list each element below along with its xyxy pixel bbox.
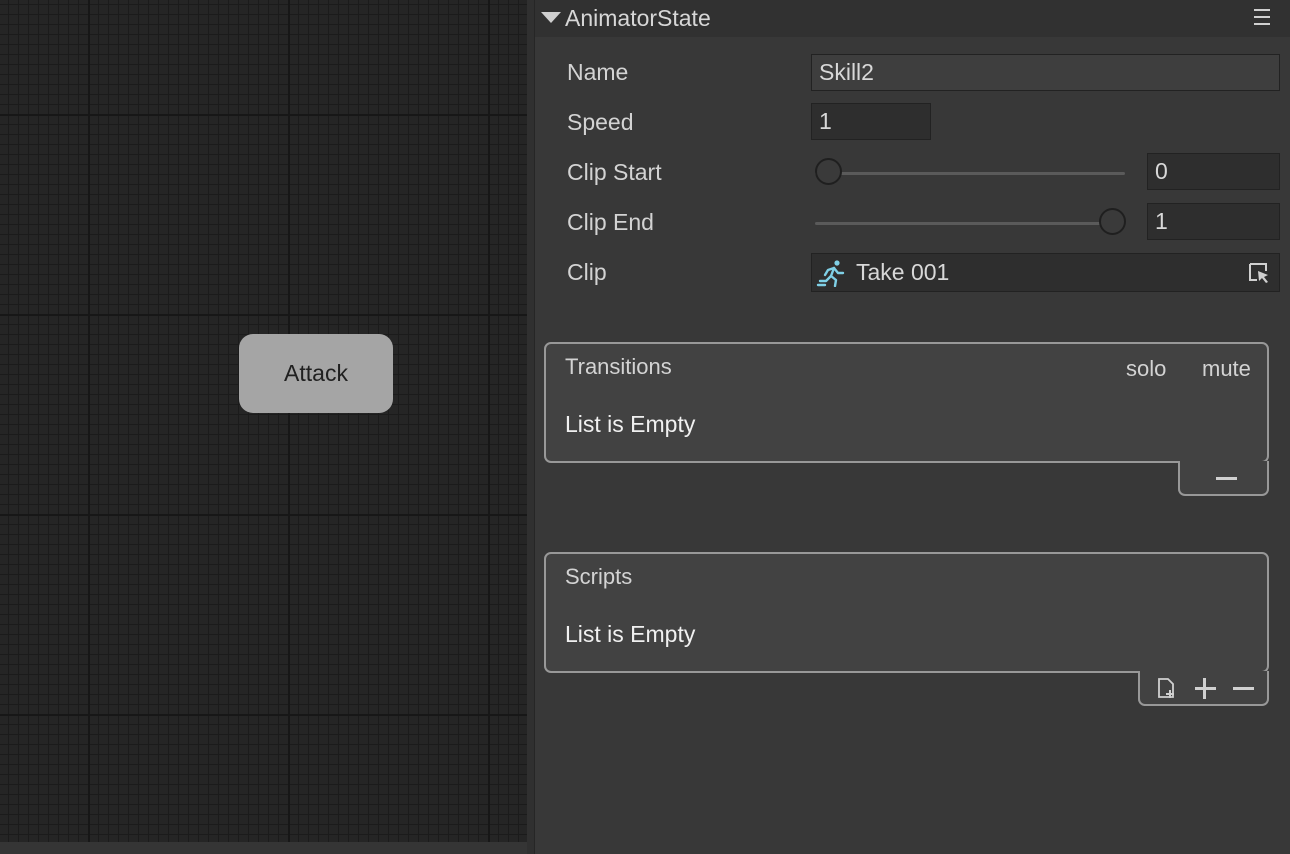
transitions-empty-text: List is Empty bbox=[565, 411, 696, 437]
clip-end-slider-track[interactable] bbox=[815, 222, 1125, 225]
transitions-footer bbox=[1178, 461, 1269, 496]
solo-column-header[interactable]: solo bbox=[1126, 356, 1166, 382]
scripts-empty-text: List is Empty bbox=[565, 621, 696, 647]
clip-end-slider-thumb[interactable] bbox=[1099, 208, 1126, 235]
panel-splitter[interactable] bbox=[527, 0, 535, 854]
clip-asset-name: Take 001 bbox=[856, 259, 950, 285]
scripts-footer bbox=[1138, 671, 1269, 706]
remove-transition-button[interactable] bbox=[1214, 467, 1238, 489]
transitions-list: Transitions solo mute List is Empty bbox=[544, 342, 1269, 463]
state-node-label: Attack bbox=[284, 360, 348, 386]
running-figure-icon bbox=[816, 260, 845, 287]
menu-icon[interactable] bbox=[1254, 9, 1270, 28]
clip-end-label: Clip End bbox=[567, 209, 654, 235]
clip-asset-field[interactable]: Take 001 bbox=[811, 253, 1280, 292]
clip-start-slider-track[interactable] bbox=[815, 172, 1125, 175]
name-label: Name bbox=[567, 59, 629, 85]
minus-icon bbox=[1216, 477, 1237, 480]
transitions-title: Transitions bbox=[565, 354, 672, 379]
clip-start-slider-thumb[interactable] bbox=[815, 158, 842, 185]
scripts-title: Scripts bbox=[565, 564, 633, 589]
cursor-picker-icon[interactable] bbox=[1248, 262, 1270, 284]
add-script-button[interactable] bbox=[1193, 677, 1217, 699]
inspector-header[interactable]: AnimatorState bbox=[535, 0, 1290, 37]
new-file-icon bbox=[1158, 678, 1174, 698]
canvas-bottom-bar bbox=[0, 842, 535, 854]
clip-start-field[interactable]: 0 bbox=[1147, 153, 1280, 190]
name-field[interactable]: Skill2 bbox=[811, 54, 1280, 91]
new-script-button[interactable] bbox=[1155, 677, 1179, 699]
triangle-down-icon[interactable] bbox=[541, 12, 561, 23]
remove-script-button[interactable] bbox=[1231, 677, 1255, 699]
graph-canvas[interactable]: Attack bbox=[0, 0, 527, 842]
speed-field[interactable]: 1 bbox=[811, 103, 931, 140]
clip-label: Clip bbox=[567, 259, 607, 285]
clip-start-label: Clip Start bbox=[567, 159, 662, 185]
mute-column-header[interactable]: mute bbox=[1202, 356, 1251, 382]
scripts-list: Scripts List is Empty bbox=[544, 552, 1269, 673]
header-title: AnimatorState bbox=[565, 5, 711, 31]
minus-icon bbox=[1233, 687, 1254, 690]
state-node-attack[interactable]: Attack bbox=[239, 334, 393, 413]
clip-end-field[interactable]: 1 bbox=[1147, 203, 1280, 240]
inspector-panel: AnimatorState Name Skill2 Speed 1 Clip S… bbox=[535, 0, 1290, 854]
speed-label: Speed bbox=[567, 109, 634, 135]
